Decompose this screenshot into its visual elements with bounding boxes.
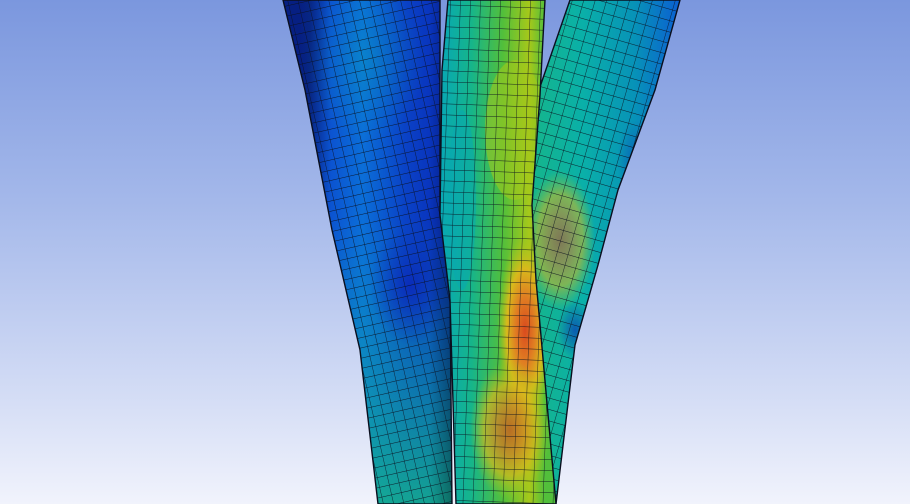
3d-viewport[interactable]	[0, 0, 910, 504]
mesh-render[interactable]	[0, 0, 910, 504]
